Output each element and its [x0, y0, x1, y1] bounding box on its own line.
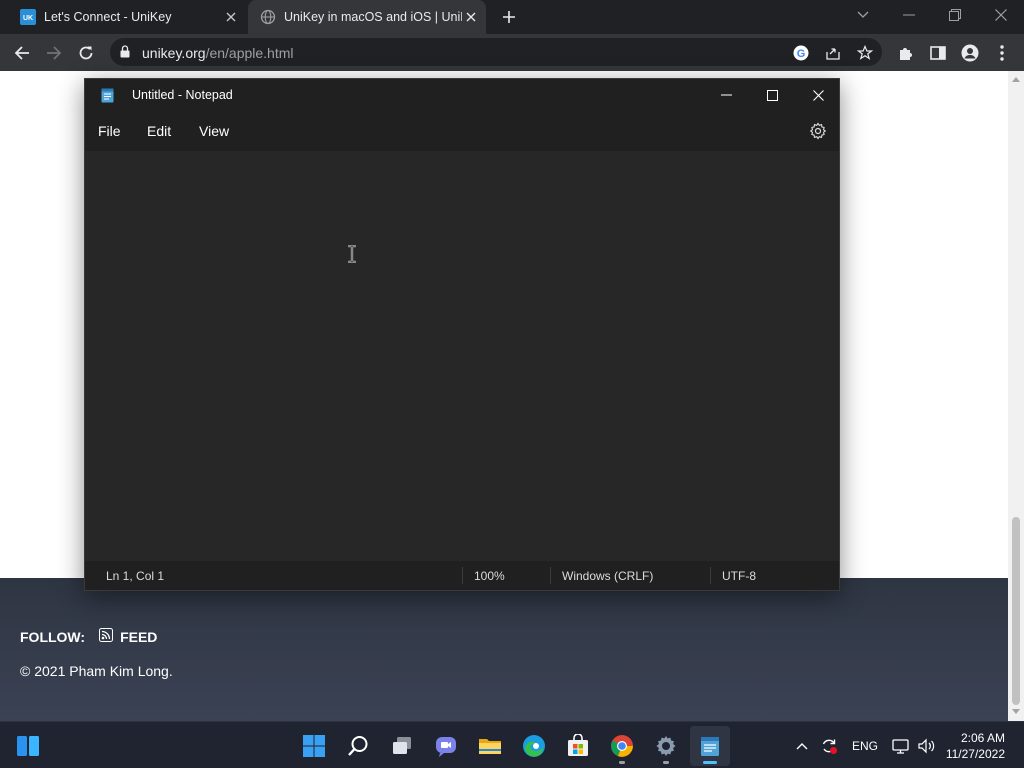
- tab-title: UniKey in macOS and iOS | UniKey: [284, 10, 462, 24]
- notepad-close-button[interactable]: [795, 79, 841, 111]
- line-ending: Windows (CRLF): [562, 569, 654, 583]
- network-icon[interactable]: [892, 738, 910, 754]
- tab-unikey-macos[interactable]: UniKey in macOS and iOS | UniKey: [248, 0, 486, 34]
- microsoft-store-icon[interactable]: [558, 726, 598, 766]
- status-divider: [710, 567, 711, 584]
- svg-text:G: G: [797, 48, 806, 60]
- scroll-down-arrow[interactable]: [1012, 709, 1020, 714]
- forward-button[interactable]: [40, 39, 68, 67]
- teams-chat-icon[interactable]: [426, 726, 466, 766]
- chrome-menu-icon[interactable]: [988, 39, 1016, 67]
- clock-time: 2:06 AM: [960, 731, 1005, 745]
- google-lens-icon[interactable]: G: [792, 44, 810, 62]
- chevron-up-icon[interactable]: [790, 742, 814, 750]
- menu-edit[interactable]: Edit: [147, 123, 171, 139]
- file-explorer-icon[interactable]: [470, 726, 510, 766]
- text-cursor-icon: [347, 244, 357, 266]
- url-text: unikey.org/en/apple.html: [142, 45, 294, 61]
- taskbar: ENG 2:06 AM 11/27/2022: [0, 721, 1024, 768]
- notepad-window: Untitled - Notepad File Edit View Ln 1, …: [84, 78, 840, 591]
- notepad-menubar: File Edit View: [85, 111, 839, 151]
- address-bar[interactable]: unikey.org/en/apple.html G: [110, 38, 882, 66]
- notepad-app-icon: [101, 87, 114, 103]
- notepad-title: Untitled - Notepad: [132, 88, 233, 102]
- notepad-maximize-button[interactable]: [749, 79, 795, 111]
- notepad-statusbar: Ln 1, Col 1 100% Windows (CRLF) UTF-8: [85, 561, 839, 590]
- reload-button[interactable]: [72, 39, 100, 67]
- browser-toolbar: unikey.org/en/apple.html G: [0, 34, 1024, 71]
- tab-close-icon[interactable]: [462, 8, 480, 26]
- side-panel-icon[interactable]: [924, 39, 952, 67]
- tab-search-icon[interactable]: [840, 0, 886, 30]
- system-tray: ENG: [790, 722, 936, 769]
- url-path: /en/apple.html: [205, 45, 294, 61]
- search-icon[interactable]: [338, 726, 378, 766]
- menu-file[interactable]: File: [98, 123, 121, 139]
- tab-lets-connect[interactable]: UK Let's Connect - UniKey: [8, 0, 246, 34]
- running-indicator: [619, 761, 625, 764]
- edge-browser-icon[interactable]: [514, 726, 554, 766]
- follow-row: FOLLOW: FEED: [20, 628, 157, 645]
- status-divider: [550, 567, 551, 584]
- notepad-titlebar[interactable]: Untitled - Notepad: [85, 79, 839, 111]
- notepad-taskbar-icon[interactable]: [690, 726, 730, 766]
- encoding: UTF-8: [722, 569, 756, 583]
- back-button[interactable]: [8, 39, 36, 67]
- lock-icon[interactable]: [120, 45, 130, 61]
- extensions-puzzle-icon[interactable]: [892, 39, 920, 67]
- browser-tab-strip: UK Let's Connect - UniKey UniKey in macO…: [0, 0, 1024, 34]
- page-footer: FOLLOW: FEED © 2021 Pham Kim Long.: [0, 578, 1008, 721]
- settings-gear-icon[interactable]: [809, 122, 827, 140]
- tab-close-icon[interactable]: [222, 8, 240, 26]
- running-indicator: [663, 761, 669, 764]
- scrollbar-thumb[interactable]: [1012, 517, 1020, 705]
- tab-title: Let's Connect - UniKey: [44, 10, 172, 24]
- page-scrollbar[interactable]: [1008, 71, 1024, 721]
- active-indicator: [703, 761, 717, 764]
- browser-minimize-button[interactable]: [886, 0, 932, 30]
- start-button[interactable]: [294, 726, 334, 766]
- url-host: unikey.org: [142, 45, 206, 61]
- widgets-button[interactable]: [8, 726, 48, 766]
- globe-icon: [260, 9, 276, 25]
- settings-icon[interactable]: [646, 726, 686, 766]
- notepad-text-area[interactable]: [85, 151, 839, 563]
- taskbar-clock[interactable]: 2:06 AM 11/27/2022: [941, 730, 1005, 762]
- bookmark-star-icon[interactable]: [856, 44, 874, 62]
- rss-feed-icon[interactable]: [99, 628, 114, 645]
- volume-icon[interactable]: [918, 738, 936, 754]
- share-icon[interactable]: [824, 44, 842, 62]
- profile-avatar-icon[interactable]: [956, 39, 984, 67]
- status-divider: [462, 567, 463, 584]
- scroll-up-arrow[interactable]: [1012, 77, 1020, 82]
- new-tab-button[interactable]: [498, 6, 520, 28]
- menu-view[interactable]: View: [199, 123, 229, 139]
- browser-close-button[interactable]: [978, 0, 1024, 30]
- feed-link[interactable]: FEED: [120, 629, 157, 645]
- copyright-text: © 2021 Pham Kim Long.: [20, 663, 173, 679]
- task-view-icon[interactable]: [382, 726, 422, 766]
- cursor-position: Ln 1, Col 1: [106, 569, 165, 583]
- sync-status-icon[interactable]: [816, 737, 842, 755]
- notepad-minimize-button[interactable]: [703, 79, 749, 111]
- svg-text:UK: UK: [23, 15, 33, 22]
- chrome-browser-icon[interactable]: [602, 726, 642, 766]
- clock-date: 11/27/2022: [945, 747, 1005, 761]
- zoom-level: 100%: [474, 569, 505, 583]
- browser-restore-button[interactable]: [932, 0, 978, 30]
- language-indicator[interactable]: ENG: [852, 739, 878, 753]
- unikey-logo-icon: UK: [20, 9, 36, 25]
- follow-label: FOLLOW:: [20, 628, 86, 645]
